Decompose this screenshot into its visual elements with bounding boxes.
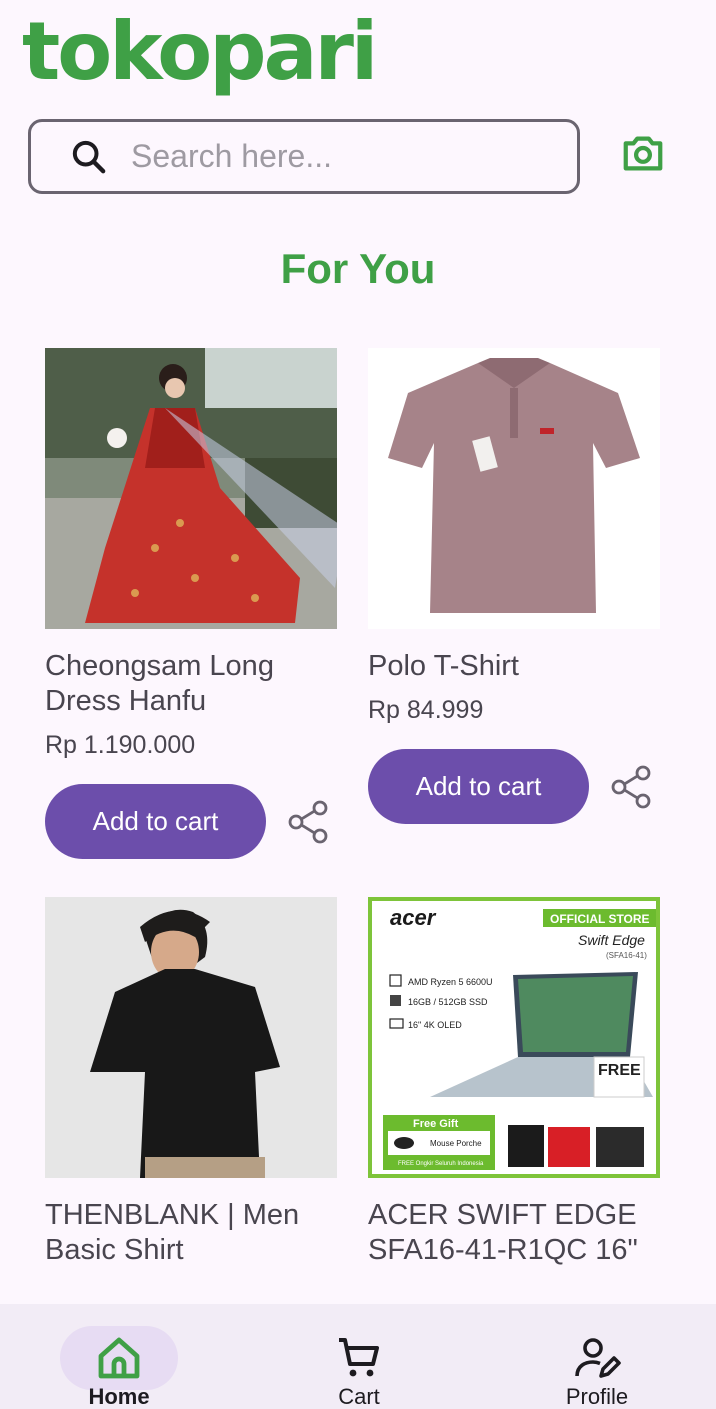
product-image[interactable]	[45, 348, 337, 629]
nav-label-profile: Profile	[565, 1384, 629, 1409]
profile-icon	[575, 1338, 621, 1378]
add-to-cart-button[interactable]: Add to cart	[45, 784, 266, 859]
nav-label-cart: Cart	[338, 1384, 380, 1409]
search-bar[interactable]	[28, 119, 580, 194]
acer-free-label: FREE	[598, 1062, 641, 1079]
cart-icon	[339, 1338, 379, 1377]
home-icon	[98, 1337, 140, 1379]
product-name[interactable]: Cheongsam Long Dress Hanfu	[45, 649, 337, 719]
product-price: Rp 1.190.000	[45, 731, 196, 759]
search-input[interactable]	[131, 138, 531, 175]
product-name[interactable]: ACER SWIFT EDGE SFA16-41-R1QC 16"	[368, 1198, 660, 1268]
product-card[interactable]: THENBLANK | Men Basic Shirt	[45, 897, 337, 1268]
acer-model: Swift Edge	[578, 932, 645, 948]
product-price: Rp 84.999	[368, 696, 484, 724]
app-logo: tokopari	[22, 5, 378, 98]
share-icon[interactable]	[607, 763, 655, 811]
acer-spec: 16GB / 512GB SSD	[408, 997, 488, 1007]
search-icon	[72, 140, 106, 173]
acer-gift-note: FREE Ongkir Seluruh Indonesia	[398, 1161, 484, 1167]
product-card[interactable]: acer OFFICIAL STORE Swift Edge (SFA16-41…	[368, 897, 660, 1268]
official-store-badge: OFFICIAL STORE	[550, 912, 650, 926]
acer-model-code: (SFA16-41)	[606, 951, 647, 960]
nav-item-home[interactable]: Home	[39, 1304, 199, 1409]
camera-icon[interactable]	[620, 130, 666, 176]
nav-item-cart[interactable]: Cart	[279, 1304, 439, 1409]
product-card[interactable]: Polo T-Shirt Rp 84.999 Add to cart	[368, 348, 660, 824]
product-image[interactable]	[45, 897, 337, 1178]
product-name[interactable]: THENBLANK | Men Basic Shirt	[45, 1198, 337, 1268]
acer-gift-label: Free Gift	[413, 1118, 459, 1130]
acer-spec: AMD Ryzen 5 6600U	[408, 977, 493, 987]
product-image[interactable]	[368, 348, 660, 629]
bottom-nav: Home Cart Profile	[0, 1304, 716, 1409]
nav-label-home: Home	[88, 1384, 150, 1409]
add-to-cart-button[interactable]: Add to cart	[368, 749, 589, 824]
section-title: For You	[280, 245, 436, 292]
product-name[interactable]: Polo T-Shirt	[368, 649, 660, 684]
acer-gift-item: Mouse Porche	[430, 1139, 482, 1148]
share-icon[interactable]	[284, 798, 332, 846]
product-card[interactable]: Cheongsam Long Dress Hanfu Rp 1.190.000 …	[45, 348, 337, 859]
acer-spec: 16" 4K OLED	[408, 1020, 462, 1030]
nav-item-profile[interactable]: Profile	[517, 1304, 677, 1409]
product-image[interactable]: acer OFFICIAL STORE Swift Edge (SFA16-41…	[368, 897, 660, 1178]
acer-logo-text: acer	[390, 905, 437, 930]
